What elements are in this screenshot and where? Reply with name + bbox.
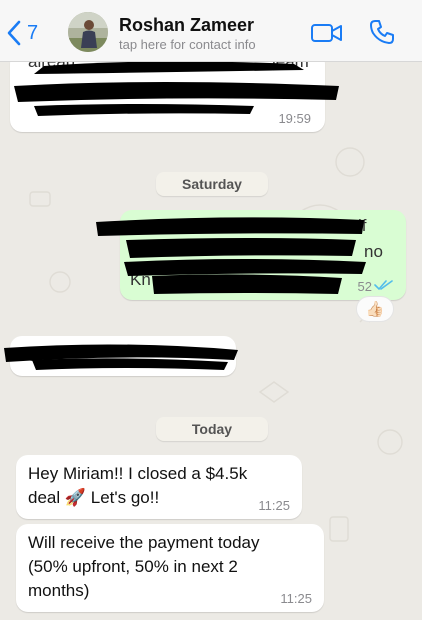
message-bubble-incoming[interactable]: Hey Miriam!! I closed a $4.5k deal 🚀 Let… [16, 455, 302, 519]
message-line: months) [28, 581, 90, 600]
message-bubble-incoming[interactable]: Ol [4, 336, 238, 376]
video-call-icon [311, 24, 342, 42]
message-line: (50% upfront, 50% in next 2 [28, 557, 238, 576]
redaction-scribble [96, 217, 366, 294]
message-text: Hey Miriam!! I closed a $4.5k deal 🚀 Let… [28, 462, 247, 510]
unread-count: 7 [27, 21, 39, 44]
message-line: Hey Miriam!! I closed a $4.5k [28, 464, 248, 483]
message-time: 52 [357, 279, 372, 294]
message-bubble-outgoing[interactable]: if no Kn 52 [96, 210, 406, 300]
message-bubble-incoming[interactable]: Will receive the payment today (50% upfr… [16, 524, 324, 612]
message-time: 11:25 [280, 591, 312, 606]
date-separator: Today [156, 417, 268, 441]
back-button[interactable]: 7 [6, 18, 38, 48]
read-receipt-icon [374, 280, 393, 291]
redaction-scribble [4, 344, 238, 370]
chat-header: 7 Roshan Zameer tap here for contact inf… [0, 0, 422, 62]
video-call-button[interactable] [310, 20, 344, 46]
voice-call-button[interactable] [368, 18, 396, 46]
avatar[interactable] [68, 12, 108, 52]
chevron-left-icon [7, 20, 21, 46]
message-bubble-incoming[interactable]: alreau ieam 19:59 [10, 62, 339, 132]
message-time: 11:25 [258, 498, 290, 513]
phone-icon [370, 20, 394, 44]
contact-name[interactable]: Roshan Zameer [119, 15, 254, 36]
reaction-badge[interactable]: 👍🏻 [356, 296, 394, 322]
message-line: Will receive the payment today [28, 533, 260, 552]
message-text: Will receive the payment today (50% upfr… [28, 531, 260, 603]
date-separator: Saturday [156, 172, 268, 196]
contact-info-hint[interactable]: tap here for contact info [119, 37, 256, 52]
message-line: deal 🚀 Let's go!! [28, 488, 160, 507]
message-time: 19:59 [278, 111, 311, 126]
message-list[interactable]: alreau ieam 19:59 Saturday if no Kn 52 👍… [0, 62, 422, 620]
